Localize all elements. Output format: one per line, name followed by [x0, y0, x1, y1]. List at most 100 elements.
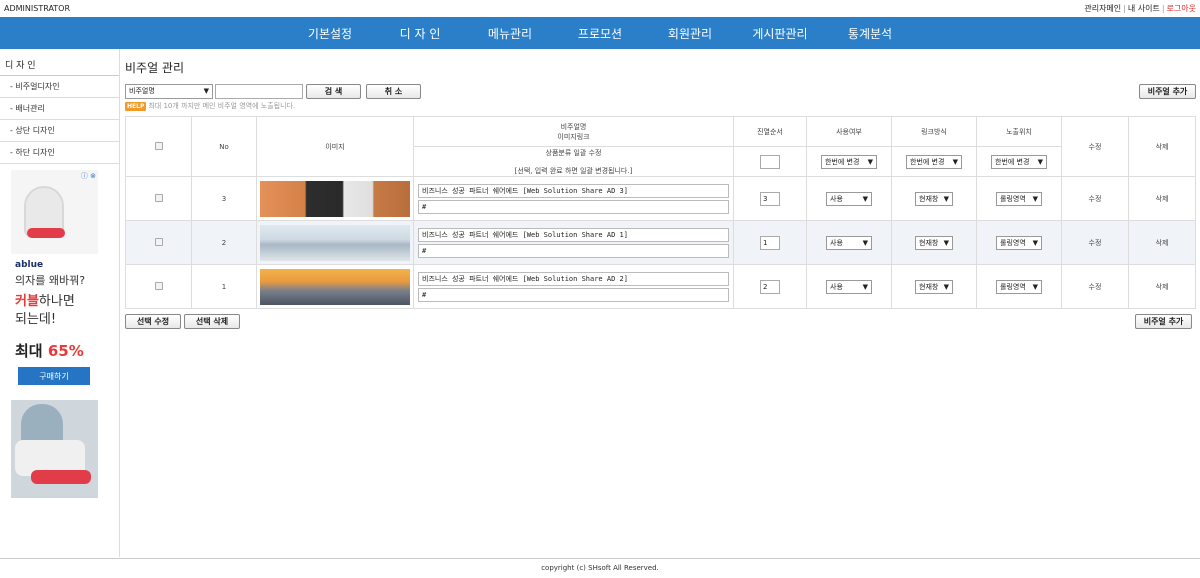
nav-board[interactable]: 게시판관리: [735, 25, 825, 42]
visual-link-input[interactable]: #: [418, 287, 729, 302]
edit-link[interactable]: 수정: [1061, 220, 1129, 265]
col-order: 진열순서: [733, 116, 807, 147]
edit-selected-button[interactable]: 선택 수정: [125, 314, 181, 329]
col-link-mode: 링크방식: [891, 116, 977, 147]
my-site-link[interactable]: 내 사이트: [1128, 4, 1160, 13]
row-checkbox[interactable]: [154, 281, 163, 290]
ad-discount: 최대 65%: [15, 342, 84, 360]
search-input[interactable]: [215, 83, 303, 99]
ad-product-image: ⓘ ⊗: [11, 170, 98, 254]
link-mode-select[interactable]: 현재창 ▼: [915, 235, 953, 250]
col-no: No: [191, 116, 257, 177]
add-visual-button[interactable]: 비주얼 추가: [1139, 83, 1196, 99]
chevron-down-icon: ▼: [862, 282, 868, 291]
bulk-order-input[interactable]: [760, 154, 780, 169]
order-input[interactable]: 3: [760, 191, 780, 206]
ad-info-icon[interactable]: ⓘ ⊗: [81, 171, 96, 181]
nav-members[interactable]: 회원관리: [645, 25, 735, 42]
help-badge: HELP: [125, 101, 147, 111]
bulk-edit-cell: 상품분류 일괄 수정 [선택, 입력 완료 하면 일괄 변경됩니다.]: [413, 146, 734, 177]
edit-link[interactable]: 수정: [1061, 264, 1129, 309]
nav-promotion[interactable]: 프로모션: [555, 25, 645, 42]
col-edit: 수정: [1061, 116, 1129, 177]
sidebar-item-banner[interactable]: - 배너관리: [0, 98, 119, 120]
visual-name-input[interactable]: 비즈니스 성공 파트너 쉐어에드 [Web Solution Share AD …: [418, 271, 729, 286]
position-select[interactable]: 롤링영역 ▼: [996, 235, 1042, 250]
bottom-actions: 선택 수정 선택 삭제 비주얼 추가: [125, 314, 1196, 332]
top-bar: ADMINISTRATOR 관리자메인 | 내 사이트 | 로그아웃: [0, 0, 1200, 17]
nav-menu[interactable]: 메뉴관리: [465, 25, 555, 42]
row-no: 3: [191, 176, 257, 221]
select-all-checkbox[interactable]: [154, 141, 163, 150]
visual-thumbnail: [260, 180, 410, 217]
row-no: 1: [191, 264, 257, 309]
row-checkbox[interactable]: [154, 237, 163, 246]
use-select[interactable]: 사용 ▼: [826, 191, 872, 206]
search-row: 비주얼명 ▼ 검 색 취 소 비주얼 추가: [125, 83, 1196, 99]
row-checkbox[interactable]: [154, 193, 163, 202]
col-name: 비주얼명 이미지링크: [413, 116, 734, 147]
bulk-link-select[interactable]: 한번에 변경 ▼: [906, 154, 962, 169]
position-select[interactable]: 롤링영역 ▼: [996, 279, 1042, 294]
logout-link[interactable]: 로그아웃: [1167, 4, 1196, 13]
bulk-position-select[interactable]: 한번에 변경 ▼: [991, 154, 1047, 169]
visual-link-input[interactable]: #: [418, 243, 729, 258]
ad-person-image: [11, 400, 98, 498]
visual-name-input[interactable]: 비즈니스 성공 파트너 쉐어에드 [Web Solution Share AD …: [418, 183, 729, 198]
table-row: 2 비즈니스 성공 파트너 쉐어에드 [Web Solution Share A…: [125, 220, 1196, 265]
bulk-use-select[interactable]: 한번에 변경 ▼: [821, 154, 877, 169]
visual-thumbnail: [260, 224, 410, 261]
delete-link[interactable]: 삭제: [1128, 264, 1196, 309]
chevron-down-icon: ▼: [943, 194, 949, 203]
col-image: 이미지: [256, 116, 414, 177]
use-select[interactable]: 사용 ▼: [826, 279, 872, 294]
admin-brand: ADMINISTRATOR: [4, 4, 71, 13]
cancel-button[interactable]: 취 소: [366, 83, 421, 99]
col-delete: 삭제: [1128, 116, 1196, 177]
position-select[interactable]: 롤링영역 ▼: [996, 191, 1042, 206]
chevron-down-icon: ▼: [862, 238, 868, 247]
row-no: 2: [191, 220, 257, 265]
ad-buy-button[interactable]: 구매하기: [18, 367, 90, 385]
order-input[interactable]: 1: [760, 235, 780, 250]
ad-line1: 의자를 왜바꿔?: [15, 274, 86, 287]
chevron-down-icon: ▼: [862, 194, 868, 203]
chevron-down-icon: ▼: [1032, 194, 1038, 203]
main-content: 비주얼 관리 비주얼명 ▼ 검 색 취 소 비주얼 추가 HELP 최대 10개 …: [120, 49, 1200, 557]
order-input[interactable]: 2: [760, 279, 780, 294]
table-row: 3 비즈니스 성공 파트너 쉐어에드 [Web Solution Share A…: [125, 176, 1196, 221]
delete-selected-button[interactable]: 선택 삭제: [184, 314, 240, 329]
sidebar: 디 자 인 - 비주얼디자인 - 배너관리 - 상단 디자인 - 하단 디자인 …: [0, 49, 120, 557]
link-mode-select[interactable]: 현재창 ▼: [915, 279, 953, 294]
nav-design[interactable]: 디 자 인: [375, 25, 465, 42]
nav-statistics[interactable]: 통계분석: [825, 25, 915, 42]
ad-line2: 커블하나면: [15, 294, 75, 309]
col-position: 노출위치: [976, 116, 1062, 147]
nav-basic-settings[interactable]: 기본설정: [285, 25, 375, 42]
top-links: 관리자메인 | 내 사이트 | 로그아웃: [1084, 4, 1196, 13]
ad-line3: 되는데!: [15, 312, 57, 327]
visual-table: No 이미지 비주얼명 이미지링크 진열순서 사용여부 링크방식 노출위치 수정 …: [125, 116, 1196, 309]
search-button[interactable]: 검 색: [306, 83, 361, 99]
visual-name-input[interactable]: 비즈니스 성공 파트너 쉐어에드 [Web Solution Share AD …: [418, 227, 729, 242]
visual-link-input[interactable]: #: [418, 199, 729, 214]
add-visual-button-bottom[interactable]: 비주얼 추가: [1135, 314, 1192, 329]
chevron-down-icon: ▼: [943, 238, 949, 247]
use-select[interactable]: 사용 ▼: [826, 235, 872, 250]
search-type-select[interactable]: 비주얼명 ▼: [125, 83, 213, 99]
sidebar-item-footer-design[interactable]: - 하단 디자인: [0, 142, 119, 164]
delete-link[interactable]: 삭제: [1128, 176, 1196, 221]
link-mode-select[interactable]: 현재창 ▼: [915, 191, 953, 206]
delete-link[interactable]: 삭제: [1128, 220, 1196, 265]
admin-main-link[interactable]: 관리자메인: [1084, 4, 1121, 13]
ad-banner[interactable]: ⓘ ⊗ ablue 의자를 왜바꿔? 커블하나면 되는데! 최대 65% 구매하…: [11, 170, 98, 498]
table-row: 1 비즈니스 성공 파트너 쉐어에드 [Web Solution Share A…: [125, 264, 1196, 309]
col-use: 사용여부: [806, 116, 892, 147]
sidebar-item-header-design[interactable]: - 상단 디자인: [0, 120, 119, 142]
edit-link[interactable]: 수정: [1061, 176, 1129, 221]
chevron-down-icon: ▼: [867, 157, 873, 166]
sidebar-item-visual[interactable]: - 비주얼디자인: [0, 76, 119, 98]
help-row: HELP 최대 10개 까지만 메인 비주얼 영역에 노출됩니다.: [125, 101, 1196, 111]
chevron-down-icon: ▼: [1037, 157, 1043, 166]
help-text: 최대 10개 까지만 메인 비주얼 영역에 노출됩니다.: [148, 102, 296, 110]
